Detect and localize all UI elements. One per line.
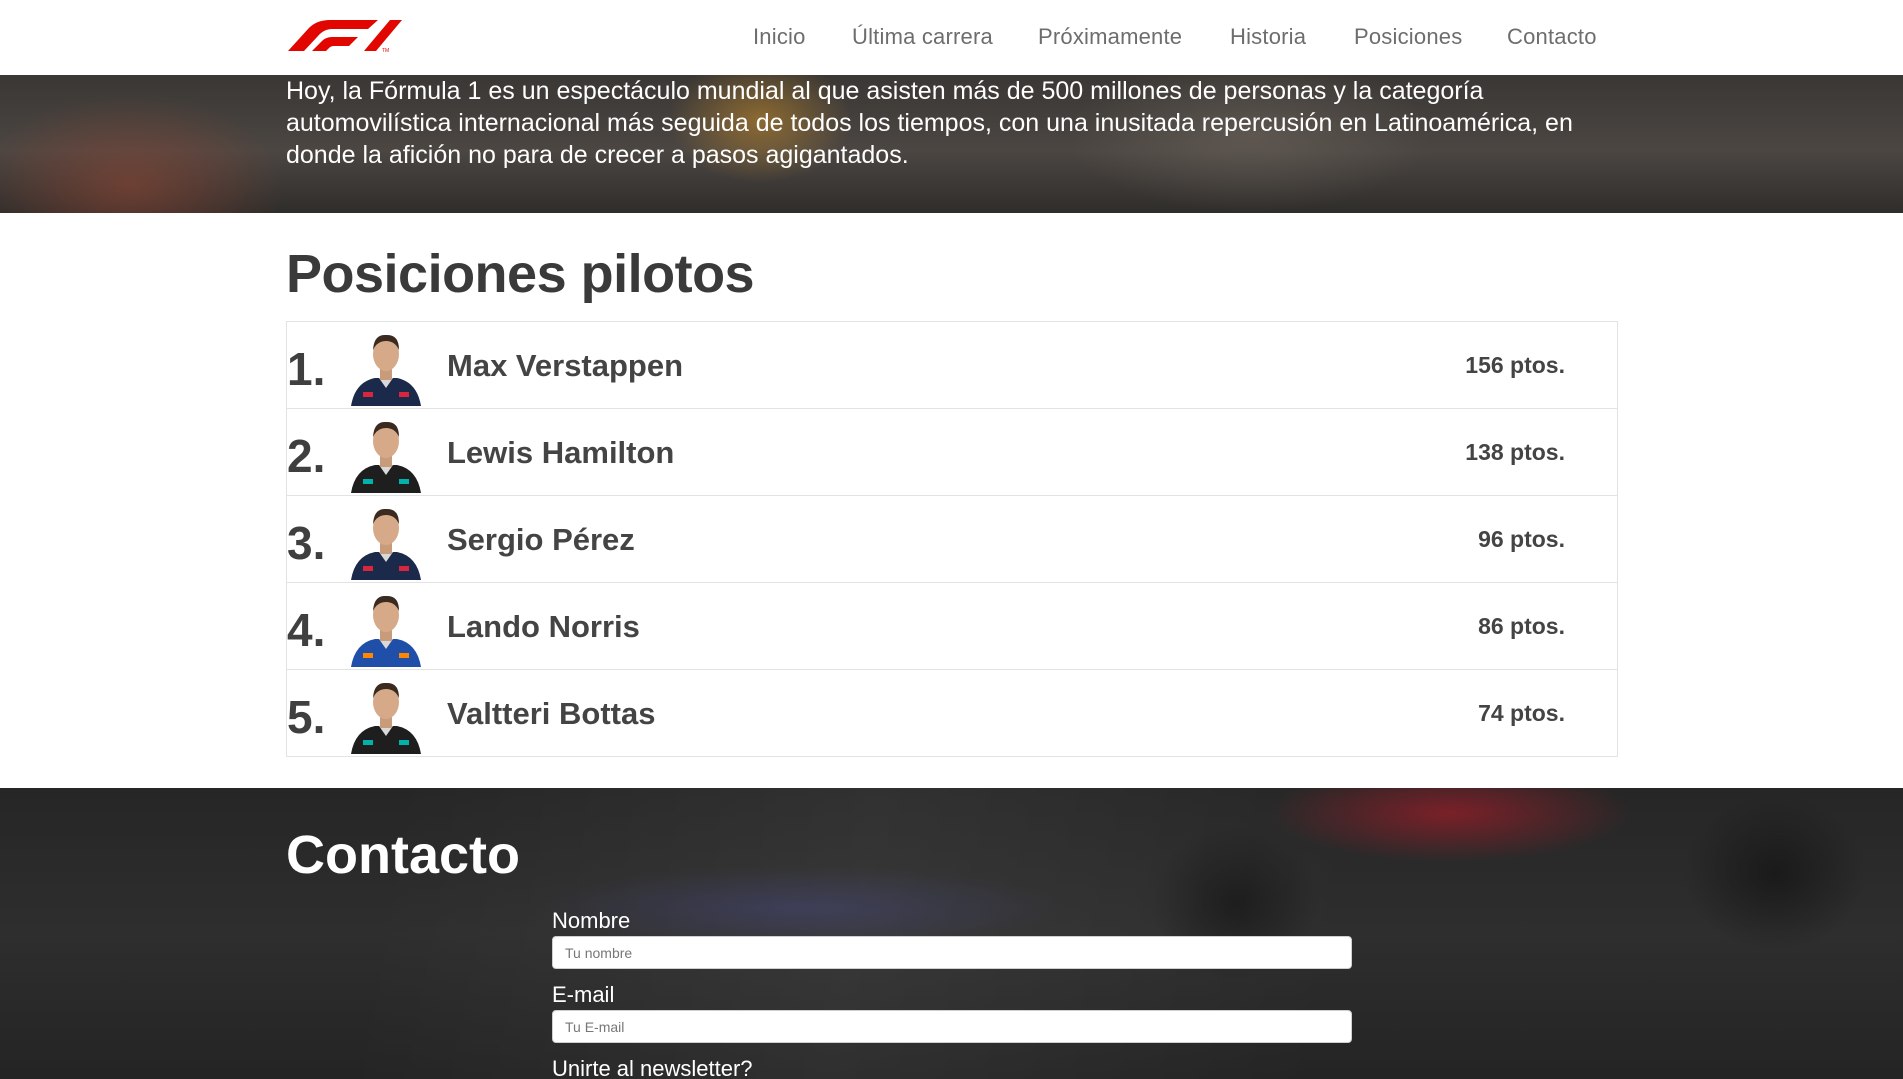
f1-logo[interactable]: TM (286, 17, 402, 53)
standings-row: 1. Max Verstappen 156 ptos. (287, 322, 1617, 409)
contact-section: Contacto Nombre E-mail Unirte al newslet… (0, 788, 1903, 1079)
driver-position: 1. (287, 343, 326, 395)
driver-name: Valtteri Bottas (447, 696, 656, 731)
nav-inicio[interactable]: Inicio (753, 24, 806, 50)
driver-points: 96 ptos. (1478, 526, 1565, 552)
standings-row: 5. Valtteri Bottas 74 ptos. (287, 670, 1617, 757)
hero-banner: Hoy, la Fórmula 1 es un espectáculo mund… (0, 75, 1903, 213)
newsletter-label: Unirte al newsletter? (552, 1056, 753, 1079)
contact-title: Contacto (286, 825, 520, 885)
hero-text: Hoy, la Fórmula 1 es un espectáculo mund… (286, 77, 1573, 169)
nav-posiciones[interactable]: Posiciones (1354, 24, 1462, 50)
driver-avatar (351, 334, 421, 406)
driver-position: 4. (287, 604, 326, 656)
driver-avatar (351, 421, 421, 493)
driver-avatar (351, 508, 421, 580)
driver-position: 5. (287, 691, 326, 743)
driver-name: Max Verstappen (447, 348, 684, 383)
standings-row: 3. Sergio Pérez 96 ptos. (287, 496, 1617, 583)
email-input[interactable] (552, 1010, 1352, 1043)
svg-text:TM: TM (382, 48, 389, 53)
standings-row: 4. Lando Norris 86 ptos. (287, 583, 1617, 670)
driver-name: Lewis Hamilton (447, 435, 675, 470)
name-label: Nombre (552, 908, 631, 933)
driver-position: 2. (287, 430, 326, 482)
driver-points: 86 ptos. (1478, 613, 1565, 639)
driver-points: 74 ptos. (1478, 700, 1565, 726)
driver-avatar (351, 595, 421, 667)
driver-position: 3. (287, 517, 326, 569)
contact-form: Nombre E-mail Unirte al newsletter? (552, 908, 1352, 1079)
standings-row: 2. Lewis Hamilton 138 ptos. (287, 409, 1617, 496)
nav-contacto[interactable]: Contacto (1507, 24, 1597, 50)
nav-historia[interactable]: Historia (1230, 24, 1306, 50)
driver-avatar (351, 682, 421, 754)
nav-proximamente[interactable]: Próximamente (1038, 24, 1182, 50)
driver-points: 138 ptos. (1465, 439, 1565, 465)
name-input[interactable] (552, 936, 1352, 969)
navbar: TM Inicio Última carrera Próximamente Hi… (0, 0, 1903, 75)
standings-title: Posiciones pilotos (286, 244, 755, 304)
driver-points: 156 ptos. (1465, 352, 1565, 378)
email-label: E-mail (552, 982, 615, 1007)
standings-table: 1. Max Verstappen 156 ptos. 2. Lewis Hamilto… (286, 321, 1618, 757)
driver-name: Sergio Pérez (447, 522, 635, 557)
driver-name: Lando Norris (447, 609, 640, 644)
nav-ultima-carrera[interactable]: Última carrera (852, 24, 993, 50)
